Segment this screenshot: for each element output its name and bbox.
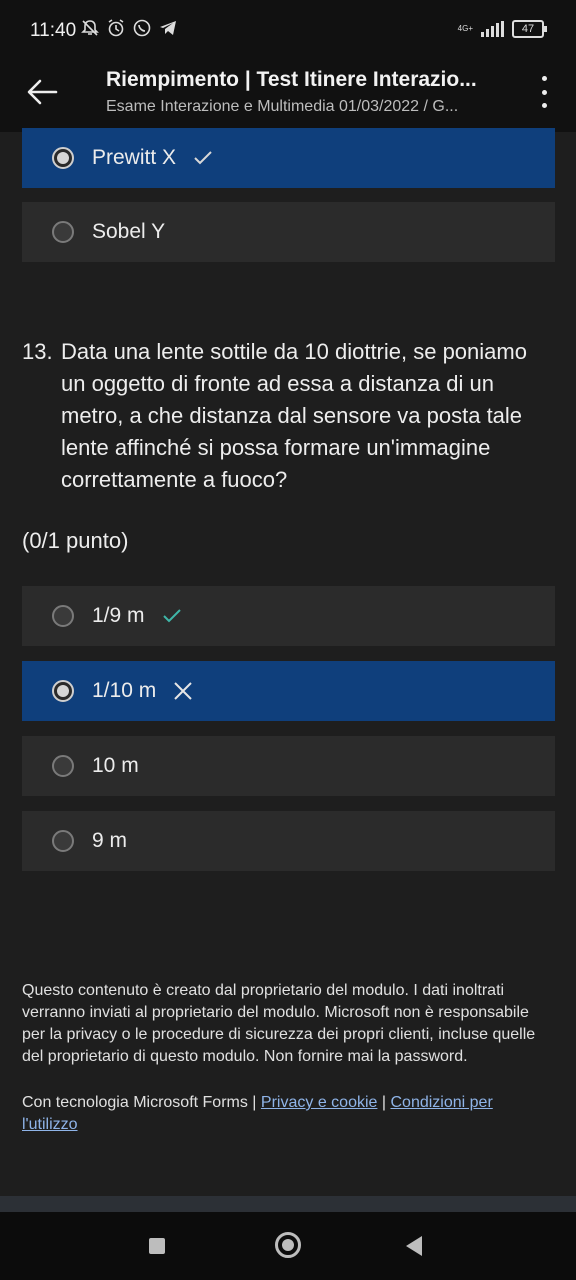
question-13: 13. Data una lente sottile da 10 diottri…: [22, 336, 552, 496]
back-triangle-icon[interactable]: [406, 1236, 422, 1256]
system-nav-bar: [0, 1212, 576, 1280]
option-1-9-m[interactable]: 1/9 m: [22, 586, 555, 646]
option-sobel-y[interactable]: Sobel Y: [22, 202, 555, 262]
check-icon: [194, 151, 212, 165]
option-label: Sobel Y: [92, 220, 166, 243]
status-bar: 11:40 4G+ 47: [0, 0, 576, 62]
option-1-10-m[interactable]: 1/10 m: [22, 661, 555, 721]
radio-icon[interactable]: [52, 221, 74, 243]
app-bar: Riempimento | Test Itinere Interazio... …: [0, 62, 576, 132]
network-indicator: 4G+: [457, 24, 473, 33]
correct-check-icon: [162, 609, 181, 623]
question-text: Data una lente sottile da 10 diottrie, s…: [61, 339, 527, 492]
option-label: 10 m: [92, 754, 139, 777]
radio-icon[interactable]: [52, 605, 74, 627]
more-options-icon[interactable]: [542, 76, 550, 108]
recents-icon[interactable]: [149, 1238, 165, 1254]
whatsapp-icon: [133, 19, 151, 37]
option-10-m[interactable]: 10 m: [22, 736, 555, 796]
footer-disclaimer: Questo contenuto è creato dal proprietar…: [22, 982, 536, 1065]
status-right: 4G+ 47: [457, 20, 547, 38]
back-arrow-icon[interactable]: [24, 76, 60, 108]
privacy-link[interactable]: Privacy e cookie: [261, 1094, 378, 1111]
footer: Questo contenuto è creato dal proprietar…: [22, 980, 552, 1136]
signal-icon: [481, 21, 504, 37]
question-points: (0/1 punto): [22, 528, 129, 553]
radio-icon[interactable]: [52, 755, 74, 777]
home-icon[interactable]: [275, 1232, 301, 1258]
status-icons: [80, 18, 178, 38]
page-title: Riempimento | Test Itinere Interazio...: [106, 68, 477, 91]
bell-off-icon: [81, 20, 99, 36]
question-number: 13.: [22, 339, 53, 364]
radio-icon[interactable]: [52, 830, 74, 852]
powered-by-text: Con tecnologia Microsoft Forms |: [22, 1094, 257, 1111]
option-label: 1/9 m: [92, 604, 145, 627]
footer-powered: Con tecnologia Microsoft Forms | Privacy…: [22, 1092, 552, 1136]
bottom-divider: [0, 1196, 576, 1212]
option-prewitt-x[interactable]: Prewitt X: [22, 128, 555, 188]
telegram-icon: [160, 21, 176, 35]
page-subtitle: Esame Interazione e Multimedia 01/03/202…: [106, 98, 459, 115]
option-label: Prewitt X: [92, 146, 177, 169]
cross-icon: [174, 682, 192, 700]
radio-selected-icon[interactable]: [52, 147, 74, 169]
battery-icon: 47: [512, 20, 547, 38]
link-separator: |: [381, 1094, 387, 1111]
radio-selected-icon[interactable]: [52, 680, 74, 702]
option-label: 9 m: [92, 829, 128, 852]
option-9-m[interactable]: 9 m: [22, 811, 555, 871]
status-time: 11:40: [30, 20, 77, 41]
option-label: 1/10 m: [92, 679, 157, 702]
alarm-icon: [108, 19, 124, 37]
